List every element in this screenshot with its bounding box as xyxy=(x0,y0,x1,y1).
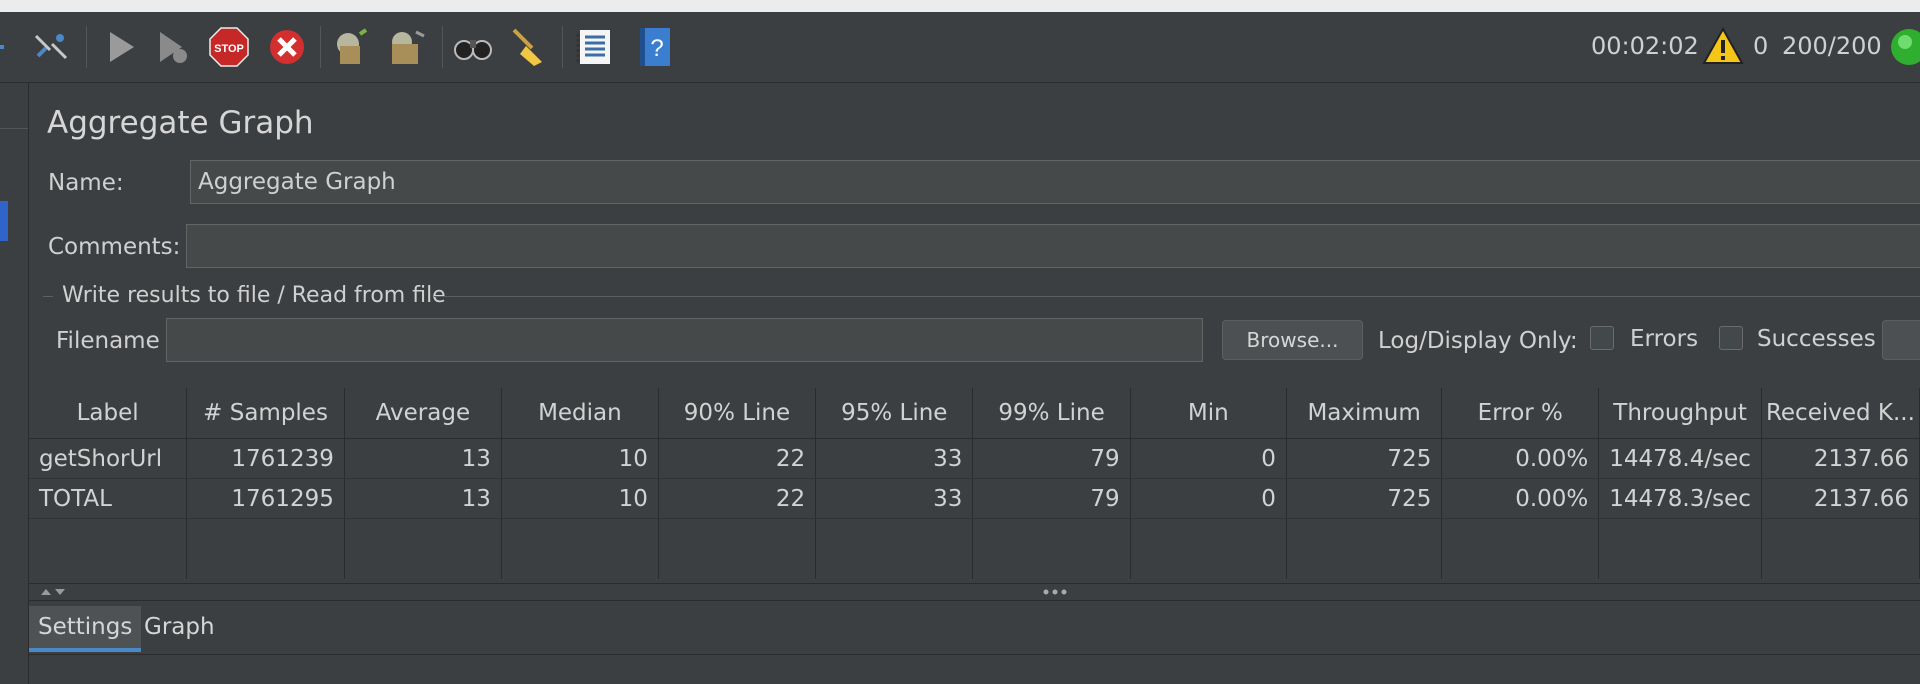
table-cell: 1761295 xyxy=(186,478,345,519)
table-cell: 14478.4/sec xyxy=(1598,438,1762,479)
running-indicator-icon xyxy=(1891,29,1920,65)
configure-button[interactable] xyxy=(1882,320,1920,360)
table-cell: 13 xyxy=(344,438,502,479)
aggregate-graph-panel: Aggregate Graph Name: Aggregate Graph Co… xyxy=(29,83,1920,684)
page-title: Aggregate Graph xyxy=(47,105,314,141)
column-header[interactable]: Throughput xyxy=(1598,388,1762,439)
column-header[interactable]: Maximum xyxy=(1286,388,1443,439)
filename-label: Filename xyxy=(56,328,160,354)
toolbar: STOP ? 00:02:02 0 200/200 xyxy=(0,12,1920,83)
split-divider[interactable] xyxy=(29,583,1920,601)
clear-all-icon[interactable] xyxy=(386,26,428,68)
column-header[interactable]: 99% Line xyxy=(972,388,1131,439)
column-header[interactable]: Min xyxy=(1130,388,1287,439)
stop-icon[interactable]: STOP xyxy=(208,26,250,68)
table-cell: 14478.3/sec xyxy=(1598,478,1762,519)
toolbar-separator xyxy=(320,26,321,68)
function-helper-icon[interactable] xyxy=(574,26,616,68)
clear-icon[interactable] xyxy=(330,26,372,68)
collapse-icon[interactable] xyxy=(0,26,14,68)
table-cell: 10 xyxy=(501,478,659,519)
fieldset-border xyxy=(43,296,53,297)
reset-search-icon[interactable] xyxy=(508,26,550,68)
toolbar-separator xyxy=(442,26,443,68)
table-cell: 725 xyxy=(1286,478,1443,519)
table-cell: 22 xyxy=(658,478,817,519)
window-top-strip xyxy=(0,0,1920,12)
svg-text:?: ? xyxy=(650,35,663,62)
table-cell: 725 xyxy=(1286,438,1443,479)
tree-selection-marker xyxy=(0,201,8,241)
browse-button[interactable]: Browse... xyxy=(1222,320,1363,360)
table-cell: 0.00% xyxy=(1441,438,1600,479)
toggle-icon[interactable] xyxy=(30,26,72,68)
errors-checkbox[interactable] xyxy=(1590,326,1614,350)
log-display-label: Log/Display Only: xyxy=(1378,328,1578,354)
elapsed-time: 00:02:02 xyxy=(1591,32,1699,60)
toolbar-separator xyxy=(562,26,563,68)
table-cell: 0.00% xyxy=(1441,478,1600,519)
column-header[interactable]: # Samples xyxy=(186,388,345,439)
warning-count: 0 xyxy=(1753,32,1769,60)
successes-checkbox[interactable] xyxy=(1719,326,1743,350)
table-empty-row xyxy=(29,518,1920,579)
comments-field[interactable] xyxy=(186,224,1920,268)
aggregate-table: Label # Samples Average Median 90% Line … xyxy=(29,388,1920,579)
column-header[interactable]: Label xyxy=(29,388,188,439)
drag-handle-icon[interactable] xyxy=(1041,588,1069,596)
table-cell: 2137.66 xyxy=(1761,478,1920,519)
column-header[interactable]: Median xyxy=(501,388,659,439)
successes-label: Successes xyxy=(1757,326,1876,352)
table-cell: 0 xyxy=(1130,438,1287,479)
table-cell: 79 xyxy=(972,478,1131,519)
tab-graph[interactable]: Graph xyxy=(135,606,224,648)
table-row[interactable]: getShorUrl 1761239 13 10 22 33 79 0 725 … xyxy=(29,438,1920,479)
column-header[interactable]: Average xyxy=(344,388,502,439)
column-header[interactable]: 90% Line xyxy=(658,388,817,439)
filename-field[interactable] xyxy=(166,318,1203,362)
warning-icon[interactable] xyxy=(1701,26,1745,66)
table-cell: getShorUrl xyxy=(29,438,188,479)
table-cell: 10 xyxy=(501,438,659,479)
tree-panel-edge xyxy=(0,83,29,684)
toolbar-separator xyxy=(86,26,87,68)
table-cell: 79 xyxy=(972,438,1131,479)
name-field[interactable]: Aggregate Graph xyxy=(190,160,1920,204)
table-cell: 13 xyxy=(344,478,502,519)
fieldset-border xyxy=(434,296,1920,297)
expand-collapse-arrows-icon[interactable] xyxy=(39,587,69,597)
table-cell: 22 xyxy=(658,438,817,479)
table-row[interactable]: TOTAL 1761295 13 10 22 33 79 0 725 0.00%… xyxy=(29,478,1920,519)
search-icon[interactable] xyxy=(452,26,494,68)
start-icon[interactable] xyxy=(100,26,142,68)
table-header-row: Label # Samples Average Median 90% Line … xyxy=(29,388,1920,439)
table-cell: TOTAL xyxy=(29,478,188,519)
column-header[interactable]: Received K... xyxy=(1761,388,1920,439)
tree-divider xyxy=(0,128,28,129)
file-section-title: Write results to file / Read from file xyxy=(62,283,446,308)
table-cell: 1761239 xyxy=(186,438,345,479)
start-no-pause-icon[interactable] xyxy=(152,26,194,68)
svg-text:STOP: STOP xyxy=(214,43,244,55)
help-icon[interactable]: ? xyxy=(634,26,676,68)
table-cell: 33 xyxy=(815,478,974,519)
table-cell: 0 xyxy=(1130,478,1287,519)
comments-label: Comments: xyxy=(48,234,181,260)
tab-settings[interactable]: Settings xyxy=(29,606,142,652)
name-label: Name: xyxy=(48,170,124,196)
table-cell: 33 xyxy=(815,438,974,479)
column-header[interactable]: 95% Line xyxy=(815,388,974,439)
shutdown-icon[interactable] xyxy=(266,26,308,68)
errors-label: Errors xyxy=(1630,326,1699,352)
tab-divider xyxy=(29,654,1920,655)
column-header[interactable]: Error % xyxy=(1441,388,1600,439)
table-cell: 2137.66 xyxy=(1761,438,1920,479)
thread-count: 200/200 xyxy=(1782,32,1882,60)
